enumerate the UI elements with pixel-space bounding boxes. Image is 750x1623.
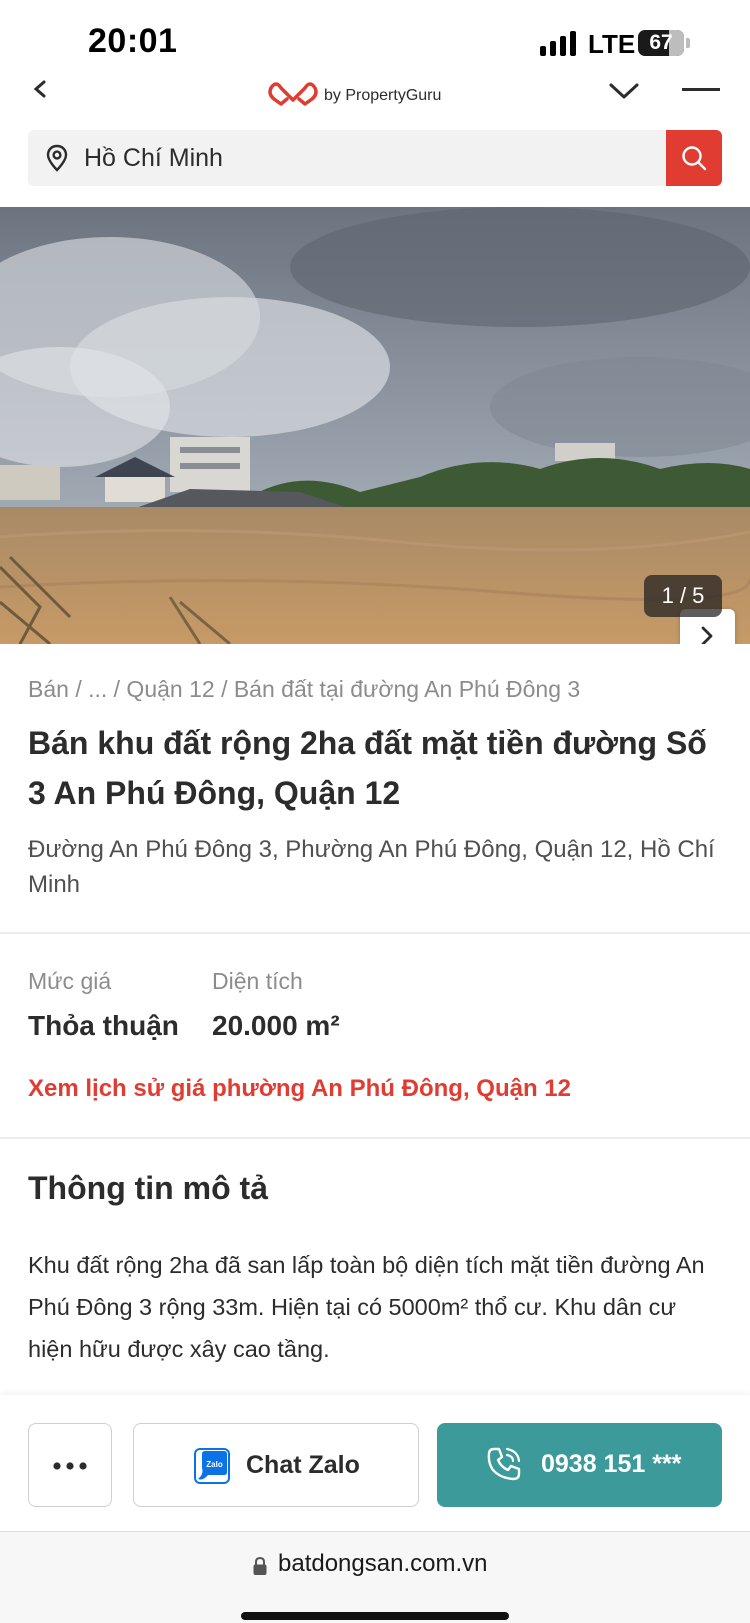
home-indicator xyxy=(241,1612,509,1620)
more-options-button[interactable] xyxy=(28,1423,112,1507)
price-label: Mức giá xyxy=(28,968,112,994)
call-phone-button[interactable]: 0938 151 *** xyxy=(437,1423,722,1507)
signal-icon xyxy=(540,31,576,56)
more-dots-icon xyxy=(53,1462,87,1470)
lock-icon xyxy=(253,1556,267,1575)
zalo-icon: Zalo xyxy=(194,1448,230,1484)
menu-icon[interactable] xyxy=(682,88,720,91)
battery-level: 67 xyxy=(649,31,673,54)
land-photo-image xyxy=(0,207,750,644)
status-time: 20:01 xyxy=(88,22,178,60)
price-value: Thỏa thuận xyxy=(28,1010,179,1041)
photo-counter: 1 / 5 xyxy=(644,575,722,617)
chevron-right-icon xyxy=(701,626,713,644)
search-input[interactable]: Hồ Chí Minh xyxy=(84,144,223,173)
divider xyxy=(0,932,750,934)
listing-photo[interactable] xyxy=(0,207,750,644)
area-value: 20.000 m² xyxy=(212,1010,340,1041)
app-header: by PropertyGuru xyxy=(0,70,750,116)
logo-mark-icon xyxy=(268,82,318,106)
back-icon[interactable] xyxy=(30,78,52,100)
divider xyxy=(0,1137,750,1139)
search-icon xyxy=(682,146,707,171)
chevron-down-icon[interactable] xyxy=(608,80,640,102)
chat-zalo-button[interactable]: Zalo Chat Zalo xyxy=(133,1423,419,1507)
logo-text: by PropertyGuru xyxy=(324,87,442,104)
breadcrumb[interactable]: Bán / ... / Quận 12 / Bán đất tại đường … xyxy=(28,676,580,703)
area-label: Diện tích xyxy=(212,968,303,994)
svg-text:Zalo: Zalo xyxy=(206,1460,223,1469)
chat-zalo-label: Chat Zalo xyxy=(246,1451,360,1479)
browser-address-bar[interactable]: batdongsan.com.vn xyxy=(0,1531,750,1623)
action-bar: Zalo Chat Zalo 0938 151 *** xyxy=(0,1395,750,1531)
search-bar[interactable]: Hồ Chí Minh xyxy=(28,130,722,186)
url-text[interactable]: batdongsan.com.vn xyxy=(278,1550,487,1578)
battery-icon: 67 xyxy=(638,30,684,56)
description-title: Thông tin mô tả xyxy=(28,1170,268,1206)
phone-icon xyxy=(487,1447,521,1481)
network-type: LTE xyxy=(588,29,636,59)
phone-number-label: 0938 151 *** xyxy=(541,1450,682,1478)
price-history-link[interactable]: Xem lịch sử giá phường An Phú Đông, Quận… xyxy=(28,1075,571,1103)
search-button[interactable] xyxy=(666,130,722,186)
location-pin-icon xyxy=(46,144,68,172)
listing-address: Đường An Phú Đông 3, Phường An Phú Đông,… xyxy=(28,836,715,898)
listing-title: Bán khu đất rộng 2ha đất mặt tiền đường … xyxy=(28,725,707,811)
description-text: Khu đất rộng 2ha đã san lấp toàn bộ diện… xyxy=(28,1252,705,1362)
logo[interactable]: by PropertyGuru xyxy=(268,76,441,110)
